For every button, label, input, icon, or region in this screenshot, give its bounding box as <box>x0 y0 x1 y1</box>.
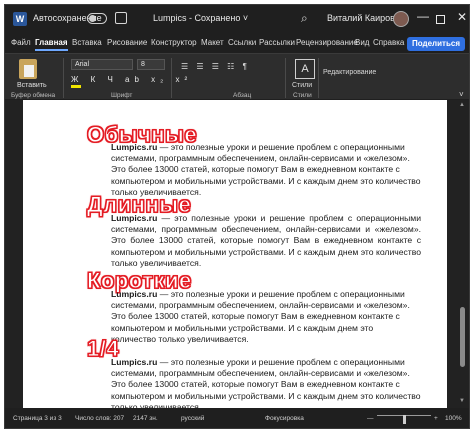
paragraph-text: — это полезные уроки и решение проблем с… <box>111 357 421 412</box>
ribbon-divider <box>171 58 172 98</box>
word-logo-icon: W <box>13 12 27 26</box>
paragraph-brand: Lumpics.ru <box>111 357 158 367</box>
tab-mailings[interactable]: Рассылки <box>259 38 295 47</box>
highlight-color-bar <box>71 85 81 88</box>
tab-draw[interactable]: Рисование <box>107 38 147 47</box>
styles-icon[interactable]: A <box>295 59 315 79</box>
scroll-down-icon[interactable]: ▼ <box>459 398 465 404</box>
document-title[interactable]: Lumpics - Сохранено ˅ <box>153 13 248 23</box>
avatar[interactable] <box>393 11 409 27</box>
tab-file[interactable]: Файл <box>11 38 31 47</box>
zoom-out-button[interactable]: — <box>367 415 374 422</box>
ribbon: Вставить Буфер обмена Arial 8 Ж К Ч ab x… <box>5 53 469 99</box>
font-format-buttons[interactable]: Ж К Ч ab x₂ x² <box>71 75 192 84</box>
language[interactable]: русский <box>181 415 204 422</box>
document-area: Обычные Lumpics.ru — это полезные уроки … <box>5 100 469 412</box>
close-icon[interactable]: ✕ <box>457 10 467 24</box>
paragraph-text: — это полезные уроки и решение проблем с… <box>111 213 421 268</box>
tab-review[interactable]: Рецензирование <box>296 38 358 47</box>
group-font-label: Шрифт <box>111 92 133 99</box>
tab-insert[interactable]: Вставка <box>72 38 102 47</box>
zoom-level[interactable]: 100% <box>445 415 462 422</box>
paragraph-long: Lumpics.ru — это полезные уроки и решени… <box>111 213 421 269</box>
group-clipboard-label: Буфер обмена <box>11 92 56 99</box>
editing-button[interactable]: Редактирование <box>323 69 376 76</box>
char-count[interactable]: 2147 зн. <box>133 415 158 422</box>
ribbon-collapse-chevron-icon[interactable]: ˅ <box>459 90 464 99</box>
ribbon-divider <box>63 58 64 98</box>
zoom-in-button[interactable]: + <box>434 415 438 422</box>
word-count[interactable]: Число слов: 207 <box>75 415 124 422</box>
user-name[interactable]: Виталий Каиров <box>327 13 395 23</box>
document-page[interactable]: Обычные Lumpics.ru — это полезные уроки … <box>23 100 447 412</box>
tab-view[interactable]: Вид <box>355 38 369 47</box>
word-window: W Автосохранение on Lumpics - Сохранено … <box>4 4 470 429</box>
paragraph-text: — это полезные уроки и решение проблем с… <box>111 142 421 197</box>
font-name-select[interactable]: Arial <box>71 59 133 70</box>
paragraph-normal: Lumpics.ru — это полезные уроки и решени… <box>111 142 421 198</box>
autosave-toggle[interactable] <box>87 13 107 24</box>
paste-icon[interactable] <box>19 59 37 79</box>
font-color-bars[interactable] <box>71 85 161 88</box>
group-styles-label: Стили <box>293 92 312 99</box>
search-icon[interactable]: ⌕ <box>301 11 308 26</box>
group-paragraph-label: Абзац <box>233 92 252 99</box>
paragraph-brand: Lumpics.ru <box>111 213 158 223</box>
tab-design[interactable]: Конструктор <box>151 38 197 47</box>
ribbon-divider <box>285 58 286 98</box>
minimize-icon[interactable]: — <box>417 9 429 23</box>
paragraph-short: Lumpics.ru — это полезные уроки и решени… <box>111 289 411 345</box>
paragraph-quarter: Lumpics.ru — это полезные уроки и решени… <box>111 357 421 413</box>
maximize-icon[interactable] <box>436 15 445 24</box>
tab-references[interactable]: Ссылки <box>228 38 256 47</box>
paragraph-brand: Lumpics.ru <box>111 289 158 299</box>
tab-help[interactable]: Справка <box>373 38 404 47</box>
scroll-up-icon[interactable]: ▲ <box>459 102 465 108</box>
page-info[interactable]: Страница 3 из 3 <box>13 415 62 422</box>
title-bar: W Автосохранение on Lumpics - Сохранено … <box>5 5 469 35</box>
share-button[interactable]: Поделиться <box>406 37 465 51</box>
save-icon[interactable] <box>115 12 127 24</box>
styles-button-label[interactable]: Стили <box>292 82 312 89</box>
ribbon-tabs: Файл Главная Вставка Рисование Конструкт… <box>5 35 469 53</box>
tab-layout[interactable]: Макет <box>201 38 224 47</box>
ribbon-divider <box>318 58 319 98</box>
zoom-slider-thumb[interactable] <box>403 415 406 424</box>
focus-mode-button[interactable]: Фокусировка <box>265 415 304 422</box>
paragraph-buttons[interactable]: ☰ ☰ ☰ ☷ ¶ <box>181 62 250 71</box>
status-bar: Страница 3 из 3 Число слов: 207 2147 зн.… <box>5 408 469 428</box>
font-size-select[interactable]: 8 <box>137 59 165 70</box>
paste-button-label[interactable]: Вставить <box>17 82 47 89</box>
vertical-scrollbar[interactable] <box>460 307 465 367</box>
paragraph-brand: Lumpics.ru <box>111 142 158 152</box>
tab-home[interactable]: Главная <box>35 38 68 51</box>
